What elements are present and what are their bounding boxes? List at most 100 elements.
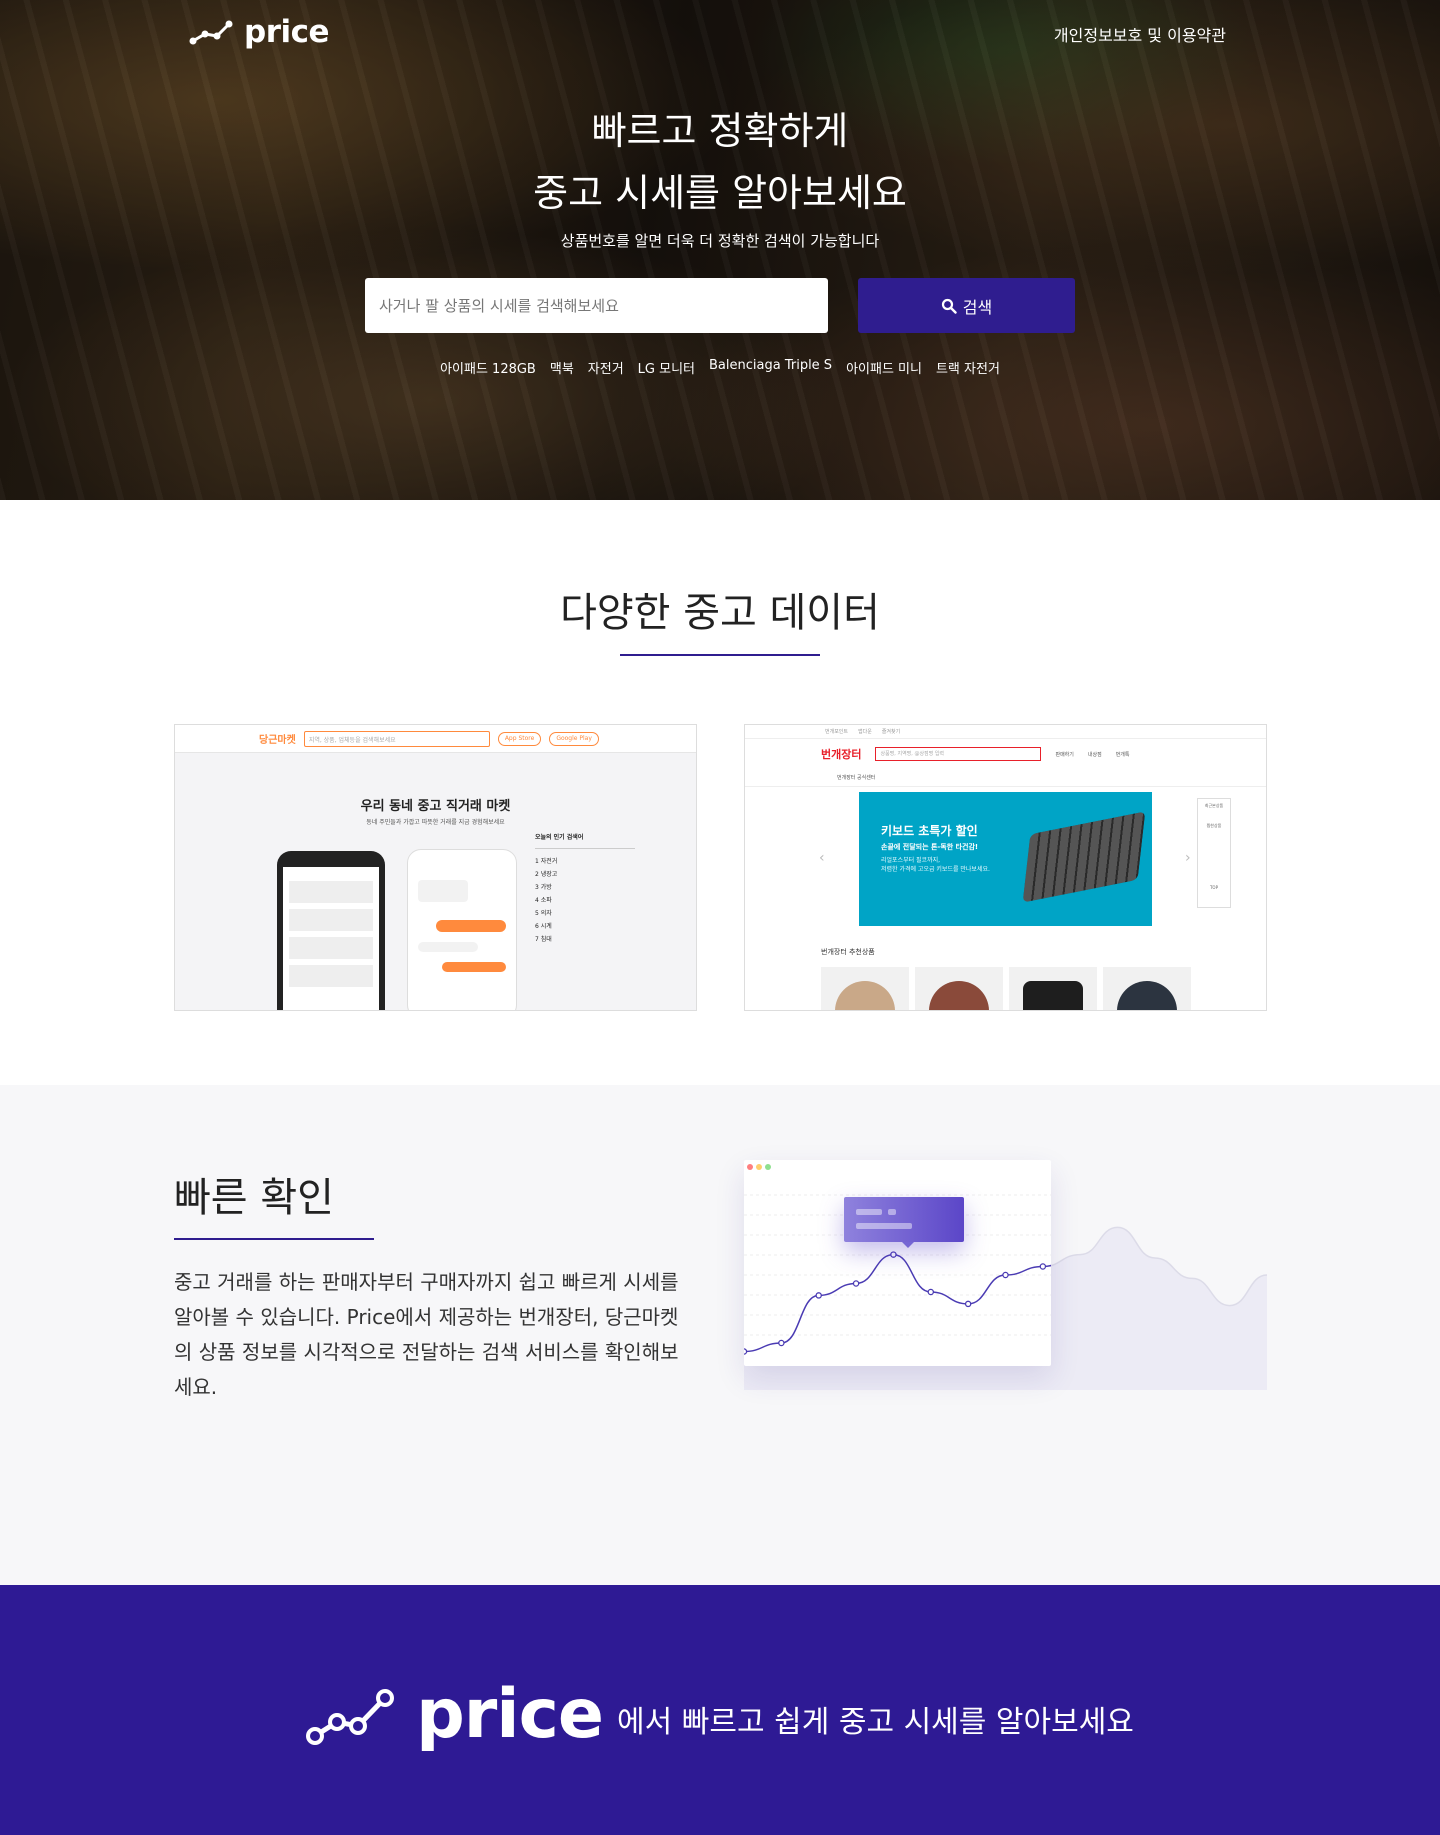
popular-item: 3 가방 <box>535 884 552 891</box>
title-underline <box>620 654 820 656</box>
keyword-link[interactable]: 자전거 <box>588 358 624 377</box>
chart-point <box>1039 1263 1047 1270</box>
bunjang-logo: 번개장터 <box>821 748 862 761</box>
policy-link[interactable]: 개인정보보호 및 이용약관 <box>1054 22 1226 46</box>
popular-title: 오늘의 인기 검색어 <box>535 831 635 849</box>
top-bar: price 개인정보보호 및 이용약관 <box>0 0 1440 66</box>
hero-title: 빠르고 정확하게 중고 시세를 알아보세요 <box>0 100 1440 224</box>
tooltip-bar <box>856 1209 882 1215</box>
data-section: 다양한 중고 데이터 당근마켓 지역, 상품, 업체등을 검색해보세요 App … <box>0 500 1440 1085</box>
hero-subtitle: 상품번호를 알면 더욱 더 정확한 검색이 가능합니다 <box>560 232 880 250</box>
logo-text: price <box>244 14 330 50</box>
daangn-search: 지역, 상품, 업체등을 검색해보세요 <box>303 730 490 747</box>
search-button-label: 검색 <box>962 297 993 317</box>
phone-mockup <box>407 849 517 1010</box>
hero-title-line1: 빠르고 정확하게 <box>591 109 849 153</box>
keyword-link[interactable]: 아이패드 128GB <box>440 358 536 377</box>
app-store-badge: App Store <box>497 731 542 746</box>
keyword-link[interactable]: 아이패드 미니 <box>846 358 922 377</box>
fast-section-description: 중고 거래를 하는 판매자부터 구매자까지 쉽고 빠르게 시세를 알아볼 수 있… <box>174 1270 679 1399</box>
bunjang-side-panel: 최근본상품 찜한상품 TOP <box>1197 798 1231 908</box>
bunjang-top-links: 번개포인트 앱다운 즐겨찾기 <box>745 725 1266 739</box>
popular-item: 5 의자 <box>535 910 552 917</box>
popular-item: 6 시계 <box>535 923 552 930</box>
popular-item: 7 침대 <box>535 936 552 943</box>
daangn-header: 당근마켓 지역, 상품, 업체등을 검색해보세요 App Store Googl… <box>175 725 696 753</box>
product-thumbnail <box>1103 967 1191 1010</box>
popular-item: 2 냉장고 <box>535 871 558 878</box>
footer: price 에서 빠르고 쉽게 중고 시세를 알아보세요 <box>0 1585 1440 1835</box>
bunjang-menu-item: 번개톡 <box>1115 751 1130 758</box>
banner-title: 키보드 초특가 할인 <box>881 824 978 838</box>
phone-mockup <box>277 851 385 1010</box>
logo-mark-icon <box>189 20 233 45</box>
fast-section: 빠른 확인 중고 거래를 하는 판매자부터 구매자까지 쉽고 빠르게 시세를 알… <box>0 1085 1440 1585</box>
popular-keywords: 오늘의 인기 검색어 1 자전거 2 냉장고 3 가방 4 소파 5 의자 6 … <box>535 831 635 946</box>
product-thumbnail <box>1009 967 1097 1010</box>
keyword-list: 아이패드 128GB 맥북 자전거 LG 모니터 Balenciaga Trip… <box>0 358 1440 377</box>
product-thumbnail <box>915 967 1003 1010</box>
keyword-link[interactable]: 트랙 자전거 <box>936 358 1000 377</box>
bunjang-menu-item: 판매하기 <box>1055 751 1074 758</box>
chart-point <box>1002 1271 1009 1279</box>
footer-logo-text: price <box>416 1675 604 1754</box>
title-underline <box>174 1238 374 1240</box>
bunjang-top-link: 앱다운 <box>858 729 872 735</box>
logo-mark-icon <box>306 1688 395 1745</box>
footer-tagline: 에서 빠르고 쉽게 중고 시세를 알아보세요 <box>617 1704 1134 1740</box>
banner-line: 손끝에 전달되는 톤-독한 타건감! <box>881 843 979 851</box>
keyword-link[interactable]: LG 모니터 <box>638 358 695 377</box>
hero-section: price 개인정보보호 및 이용약관 빠르고 정확하게 중고 시세를 알아보세… <box>0 0 1440 500</box>
chart-point <box>852 1280 860 1287</box>
banner-line: 저렴한 가격에 고오급 키보드를 만나보세요. <box>881 866 990 873</box>
daangn-logo: 당근마켓 <box>259 735 296 746</box>
popular-item: 1 자전거 <box>535 858 558 865</box>
daangn-screenshot: 당근마켓 지역, 상품, 업체등을 검색해보세요 App Store Googl… <box>174 724 697 1011</box>
chevron-right-icon: › <box>1185 850 1191 866</box>
keyword-link[interactable]: 맥북 <box>550 358 574 377</box>
data-section-title: 다양한 중고 데이터 <box>560 590 880 636</box>
chart-line <box>744 1194 1051 1355</box>
popular-item: 4 소파 <box>535 897 552 904</box>
search-button[interactable]: 검색 <box>858 278 1075 333</box>
fast-section-title: 빠른 확인 <box>174 1175 334 1221</box>
tooltip-bar <box>856 1223 912 1229</box>
chart-series-line <box>744 1253 1051 1353</box>
chart-card <box>744 1160 1051 1366</box>
chart-point <box>815 1292 822 1299</box>
bunjang-search: 상품명, 지역명, @상점명 입력 <box>875 747 1042 761</box>
daangn-headline: 우리 동네 중고 직거래 마켓 <box>360 799 511 814</box>
chevron-left-icon: ‹ <box>819 850 825 866</box>
hero-title-line2: 중고 시세를 알아보세요 <box>533 171 907 215</box>
side-item: 찜한상품 <box>1206 823 1222 828</box>
tooltip-bar <box>888 1209 896 1215</box>
logo[interactable]: price <box>188 14 330 50</box>
bunjang-screenshot: 번개포인트 앱다운 즐겨찾기 번개장터 상품명, 지역명, @상점명 입력 판매… <box>744 724 1267 1011</box>
side-item: TOP <box>1209 885 1218 890</box>
chart-point <box>778 1339 785 1347</box>
bunjang-top-link: 번개포인트 <box>825 729 849 735</box>
search-icon <box>941 298 957 314</box>
chart-point <box>964 1300 972 1308</box>
bunjang-banner: 키보드 초특가 할인 손끝에 전달되는 톤-독한 타건감! 리얼포스부터 필코까… <box>859 792 1152 926</box>
google-play-badge: Google Play <box>549 731 599 746</box>
keyword-link[interactable]: Balenciaga Triple S <box>709 358 832 377</box>
phone-screen <box>283 867 379 1010</box>
chart-point <box>744 1348 748 1355</box>
chart-point <box>927 1288 935 1296</box>
footer-content: price 에서 빠르고 쉽게 중고 시세를 알아보세요 <box>0 1675 1440 1754</box>
chart-tooltip <box>844 1197 964 1248</box>
bunjang-category: 번개장터 공식센터 <box>745 769 1266 787</box>
bunjang-recommend-title: 번개장터 추천상품 <box>821 948 875 956</box>
side-item: 최근본상품 <box>1204 803 1224 808</box>
bunjang-menu-item: 내상점 <box>1087 751 1102 758</box>
price-chart-illustration <box>744 1160 1267 1400</box>
daangn-subline: 동네 주민들과 가깝고 따뜻한 거래를 지금 경험해보세요 <box>366 819 505 826</box>
chart-point <box>890 1251 897 1258</box>
bunjang-top-link: 즐겨찾기 <box>881 729 901 735</box>
search-input[interactable] <box>365 278 828 333</box>
product-thumbnail <box>821 967 909 1010</box>
keyboard-image <box>1022 811 1146 903</box>
footer-logo: price <box>306 1675 604 1754</box>
banner-line: 리얼포스부터 필코까지, <box>881 857 941 864</box>
